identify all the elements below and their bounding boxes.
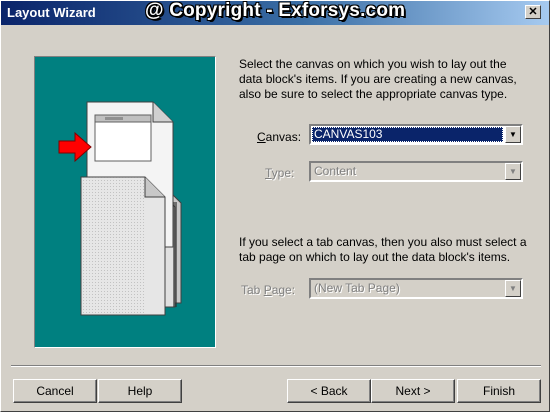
tab-page-select[interactable]: (New Tab Page) ▼ (309, 278, 523, 299)
stacked-pages-icon (80, 101, 182, 316)
close-button[interactable]: ✕ (525, 5, 541, 19)
tab-page-select-value: (New Tab Page) (314, 281, 400, 295)
close-icon: ✕ (528, 5, 538, 18)
type-label: Type: (265, 166, 295, 180)
canvas-label: Canvas: (257, 130, 302, 144)
copyright-watermark: @ Copyright - Exforsys.com (145, 0, 406, 21)
wizard-illustration (34, 56, 216, 348)
red-pointer-arrow-icon (58, 131, 92, 163)
canvas-layout-illustration (58, 101, 182, 316)
tab-page-description: If you select a tab canvas, then you als… (239, 235, 527, 264)
window-title: Layout Wizard (7, 5, 96, 20)
button-separator (11, 365, 541, 367)
help-button[interactable]: Help (98, 379, 182, 403)
canvas-description: Select the canvas on which you wish to l… (239, 57, 517, 101)
canvas-dropdown-button[interactable]: ▼ (505, 126, 521, 143)
type-dropdown-button[interactable]: ▼ (505, 163, 521, 180)
layout-wizard-window: Layout Wizard @ Copyright - Exforsys.com… (0, 0, 550, 412)
canvas-select-value: CANVAS103 (312, 127, 503, 142)
chevron-down-icon: ▼ (509, 284, 517, 293)
cancel-button[interactable]: Cancel (13, 379, 97, 403)
finish-button[interactable]: Finish (457, 379, 541, 403)
title-bar[interactable]: Layout Wizard @ Copyright - Exforsys.com… (1, 0, 549, 25)
back-button[interactable]: < Back (287, 379, 371, 403)
chevron-down-icon: ▼ (509, 130, 517, 139)
type-select-value: Content (314, 164, 357, 178)
tab-page-dropdown-button[interactable]: ▼ (505, 280, 521, 297)
tab-page-label: Tab Page: (241, 283, 296, 297)
type-select[interactable]: Content ▼ (309, 161, 523, 182)
chevron-down-icon: ▼ (509, 167, 517, 176)
canvas-select[interactable]: CANVAS103 ▼ (309, 124, 523, 145)
next-button[interactable]: Next > (371, 379, 455, 403)
